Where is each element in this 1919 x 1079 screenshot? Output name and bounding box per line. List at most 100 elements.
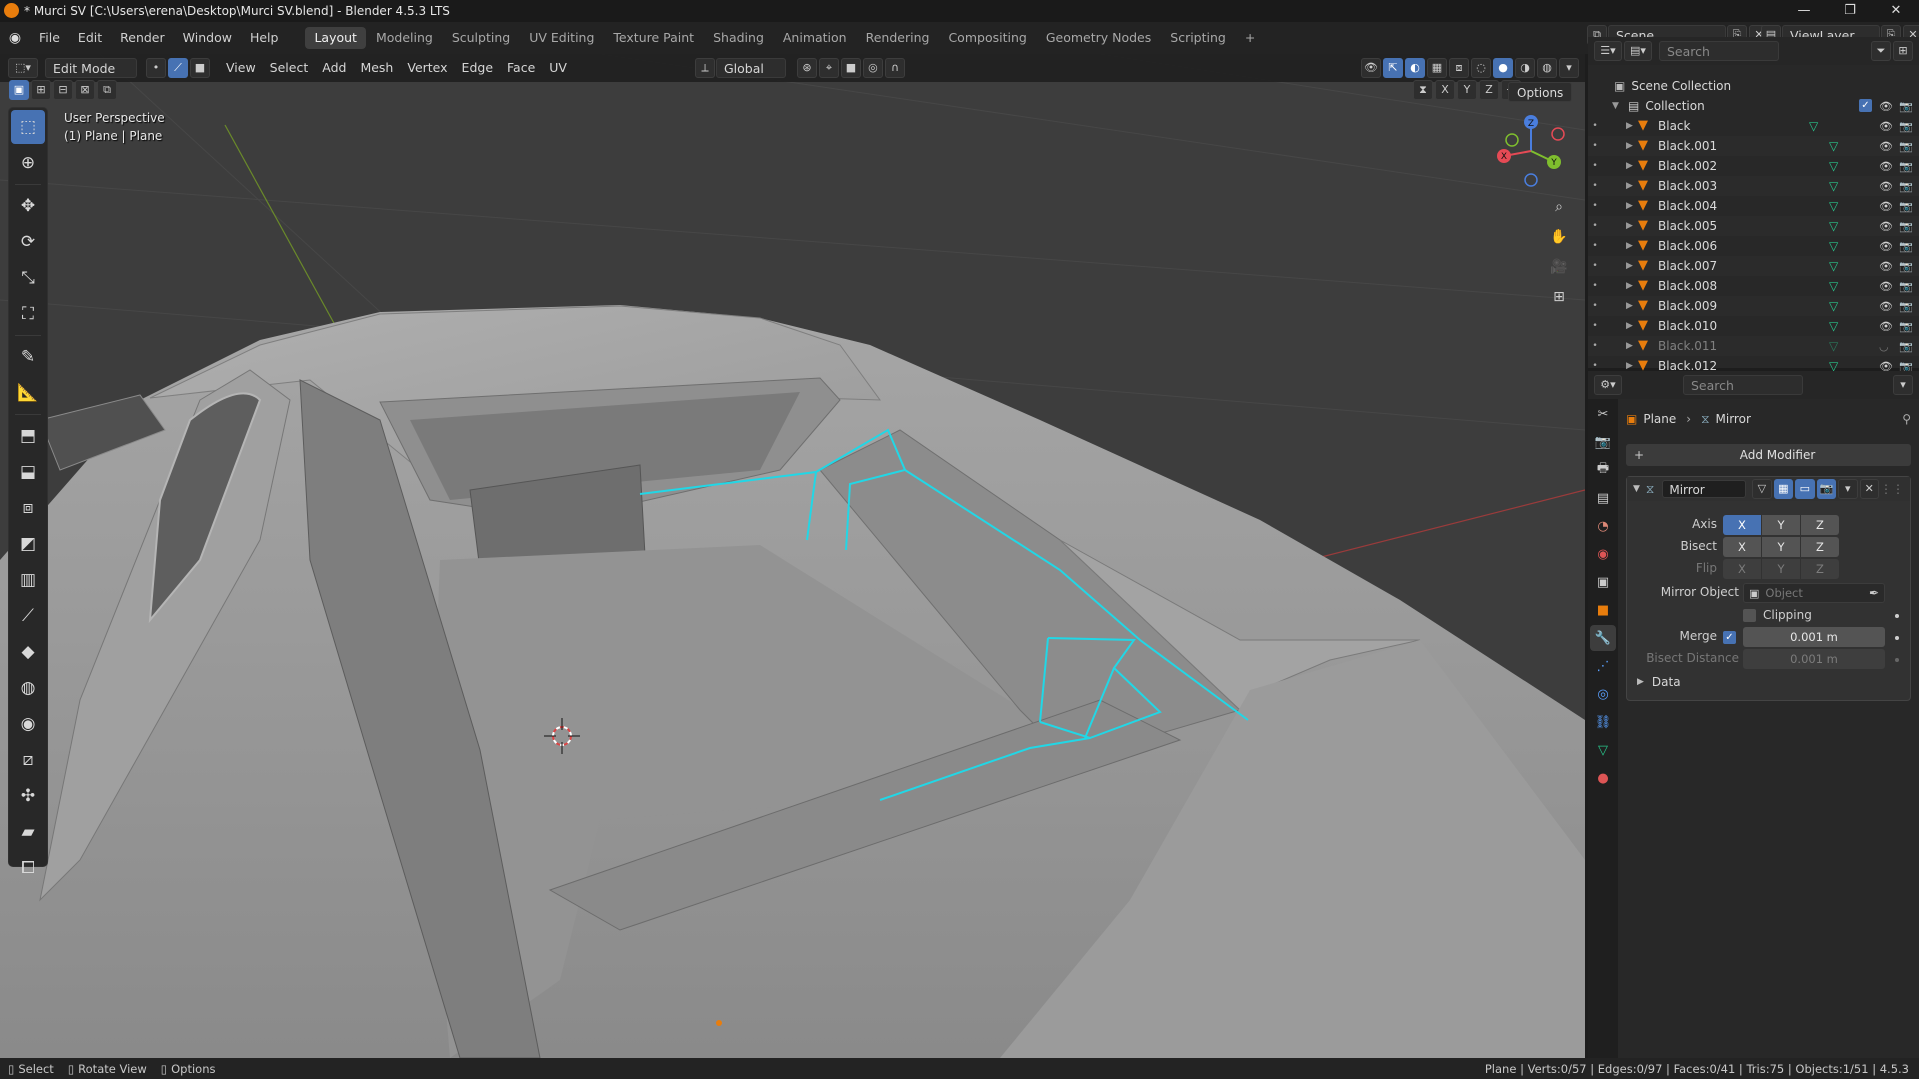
cursor-tool[interactable]: ⊕: [11, 146, 45, 180]
tab-texture-paint[interactable]: Texture Paint: [604, 27, 703, 49]
clipping-checkbox[interactable]: [1743, 609, 1756, 622]
minimize-button[interactable]: —: [1781, 0, 1827, 22]
selection-dot-icon[interactable]: •: [1588, 281, 1602, 291]
mirror-x-toggle[interactable]: X: [1435, 80, 1455, 100]
camera-icon[interactable]: 📷: [1899, 120, 1913, 133]
outliner-item[interactable]: • ▶ ▼ Black.001 ▽ 👁 📷: [1588, 136, 1919, 156]
chevron-right-icon[interactable]: ▶: [1626, 341, 1636, 351]
inset-tool[interactable]: ⧈: [11, 491, 45, 525]
scene-tab-icon[interactable]: ◔: [1590, 513, 1616, 539]
pin-icon[interactable]: ⚲: [1902, 412, 1911, 426]
axis-x-toggle[interactable]: X: [1723, 515, 1761, 535]
properties-options-icon[interactable]: ▾: [1893, 375, 1913, 395]
mesh-data-icon[interactable]: ▽: [1829, 239, 1838, 253]
eye-icon[interactable]: 👁: [1879, 280, 1893, 293]
bisect-distance-field[interactable]: 0.001 m: [1743, 649, 1885, 669]
camera-icon[interactable]: 📷: [1899, 160, 1913, 173]
menu-face[interactable]: Face: [500, 58, 542, 78]
falloff-icon[interactable]: ∩: [884, 58, 905, 78]
eye-icon[interactable]: 👁: [1879, 160, 1893, 173]
camera-icon[interactable]: 📷: [1899, 320, 1913, 333]
3d-viewport[interactable]: [0, 54, 1585, 1058]
add-modifier-button[interactable]: + Add Modifier: [1626, 444, 1911, 466]
properties-search-input[interactable]: Search: [1683, 375, 1803, 395]
chevron-right-icon[interactable]: ▶: [1626, 141, 1636, 151]
camera-icon[interactable]: 📷: [1899, 280, 1913, 293]
outliner-item[interactable]: • ▶ ▼ Black ▽ 👁 📷: [1588, 116, 1919, 136]
vertex-select-icon[interactable]: •: [146, 58, 166, 78]
outliner-scene-collection[interactable]: ▣ Scene Collection: [1588, 76, 1919, 96]
add-workspace-button[interactable]: +: [1236, 27, 1264, 49]
mesh-data-icon[interactable]: ▽: [1829, 339, 1838, 353]
shear-tool[interactable]: ▰: [11, 815, 45, 849]
new-collection-icon[interactable]: ⊞: [1893, 41, 1913, 61]
select-subtract-icon[interactable]: ⊟: [53, 80, 73, 100]
clipping-keyframe-dot[interactable]: [1895, 614, 1899, 618]
mirror-z-toggle[interactable]: Z: [1479, 80, 1499, 100]
render-toggle-icon[interactable]: 📷: [1816, 479, 1837, 499]
delete-modifier-icon[interactable]: ✕: [1859, 479, 1880, 499]
proportional-edit-icon[interactable]: ◎: [862, 58, 883, 78]
gizmo-toggle-icon[interactable]: ⇱: [1383, 58, 1403, 78]
render-tab-icon[interactable]: 📷: [1590, 429, 1616, 455]
mirror-y-toggle[interactable]: Y: [1457, 80, 1477, 100]
selection-dot-icon[interactable]: •: [1588, 341, 1602, 351]
add-cube-tool[interactable]: ⬒: [11, 419, 45, 453]
select-intersect-icon[interactable]: ⧉: [97, 80, 117, 100]
select-box-tool[interactable]: ⬚: [11, 110, 45, 144]
chevron-right-icon[interactable]: ▶: [1626, 321, 1636, 331]
selection-dot-icon[interactable]: •: [1588, 121, 1602, 131]
mirror-options-icon[interactable]: ⧗: [1413, 80, 1433, 100]
blender-menu-icon[interactable]: ◉: [0, 30, 30, 46]
rip-region-tool[interactable]: ⧠: [11, 851, 45, 885]
outliner-item[interactable]: • ▶ ▼ Black.006 ▽ 👁 📷: [1588, 236, 1919, 256]
loop-cut-tool[interactable]: ▥: [11, 563, 45, 597]
mesh-data-icon[interactable]: ▽: [1829, 199, 1838, 213]
camera-icon[interactable]: 📷: [1899, 300, 1913, 313]
cage-toggle-icon[interactable]: ▦: [1773, 479, 1794, 499]
outliner-item[interactable]: • ▶ ▼ Black.003 ▽ 👁 📷: [1588, 176, 1919, 196]
outliner-item[interactable]: • ▶ ▼ Black.004 ▽ 👁 📷: [1588, 196, 1919, 216]
selection-dot-icon[interactable]: •: [1588, 181, 1602, 191]
collection-checkbox[interactable]: ✓: [1859, 99, 1872, 112]
chevron-right-icon[interactable]: ▶: [1626, 281, 1636, 291]
annotate-tool[interactable]: ✎: [11, 340, 45, 374]
chevron-right-icon[interactable]: ▶: [1626, 241, 1636, 251]
selection-dot-icon[interactable]: •: [1588, 221, 1602, 231]
face-select-icon[interactable]: ■: [190, 58, 210, 78]
pivot-point-icon[interactable]: ⊛: [796, 58, 817, 78]
properties-editor-type-icon[interactable]: ⚙▾: [1594, 375, 1622, 395]
merge-checkbox[interactable]: ✓: [1723, 631, 1736, 644]
camera-icon[interactable]: 📷: [1899, 220, 1913, 233]
menu-uv[interactable]: UV: [542, 58, 574, 78]
eyedropper-icon[interactable]: ✒: [1869, 586, 1879, 600]
move-tool[interactable]: ✥: [11, 189, 45, 223]
flip-z-toggle[interactable]: Z: [1801, 559, 1839, 579]
shading-options-icon[interactable]: ▾: [1559, 58, 1579, 78]
camera-icon[interactable]: 📷: [1899, 180, 1913, 193]
outliner-editor-type-icon[interactable]: ☰▾: [1594, 41, 1622, 61]
chevron-right-icon[interactable]: ▶: [1626, 121, 1636, 131]
rendered-shading-icon[interactable]: ◍: [1537, 58, 1557, 78]
options-dropdown[interactable]: Options: [1508, 82, 1573, 102]
edit-mode-toggle-icon[interactable]: ▽: [1752, 479, 1772, 499]
camera-icon[interactable]: 📷: [1899, 240, 1913, 253]
mirror-object-field[interactable]: ▣ Object ✒: [1743, 583, 1885, 603]
edge-slide-tool[interactable]: ⧄: [11, 743, 45, 777]
collapse-chevron-icon[interactable]: ▼: [1633, 484, 1640, 494]
tab-scripting[interactable]: Scripting: [1161, 27, 1235, 49]
chevron-down-icon[interactable]: ▼: [1612, 101, 1622, 111]
outliner-item[interactable]: • ▶ ▼ Black.008 ▽ 👁 📷: [1588, 276, 1919, 296]
collection-eye-icon[interactable]: 👁: [1879, 100, 1893, 113]
menu-add[interactable]: Add: [315, 58, 353, 78]
display-mode-icon[interactable]: ▤▾: [1624, 41, 1652, 61]
selection-dot-icon[interactable]: •: [1588, 261, 1602, 271]
world-tab-icon[interactable]: ◉: [1590, 541, 1616, 567]
snap-icon[interactable]: ⌖: [818, 58, 839, 78]
extrude-tool[interactable]: ⬓: [11, 455, 45, 489]
scale-tool[interactable]: ⤡: [11, 261, 45, 295]
eye-icon[interactable]: 👁: [1879, 140, 1893, 153]
outliner-item[interactable]: • ▶ ▼ Black.002 ▽ 👁 📷: [1588, 156, 1919, 176]
eye-icon[interactable]: 👁: [1879, 300, 1893, 313]
pan-hand-icon[interactable]: ✋: [1546, 224, 1572, 250]
